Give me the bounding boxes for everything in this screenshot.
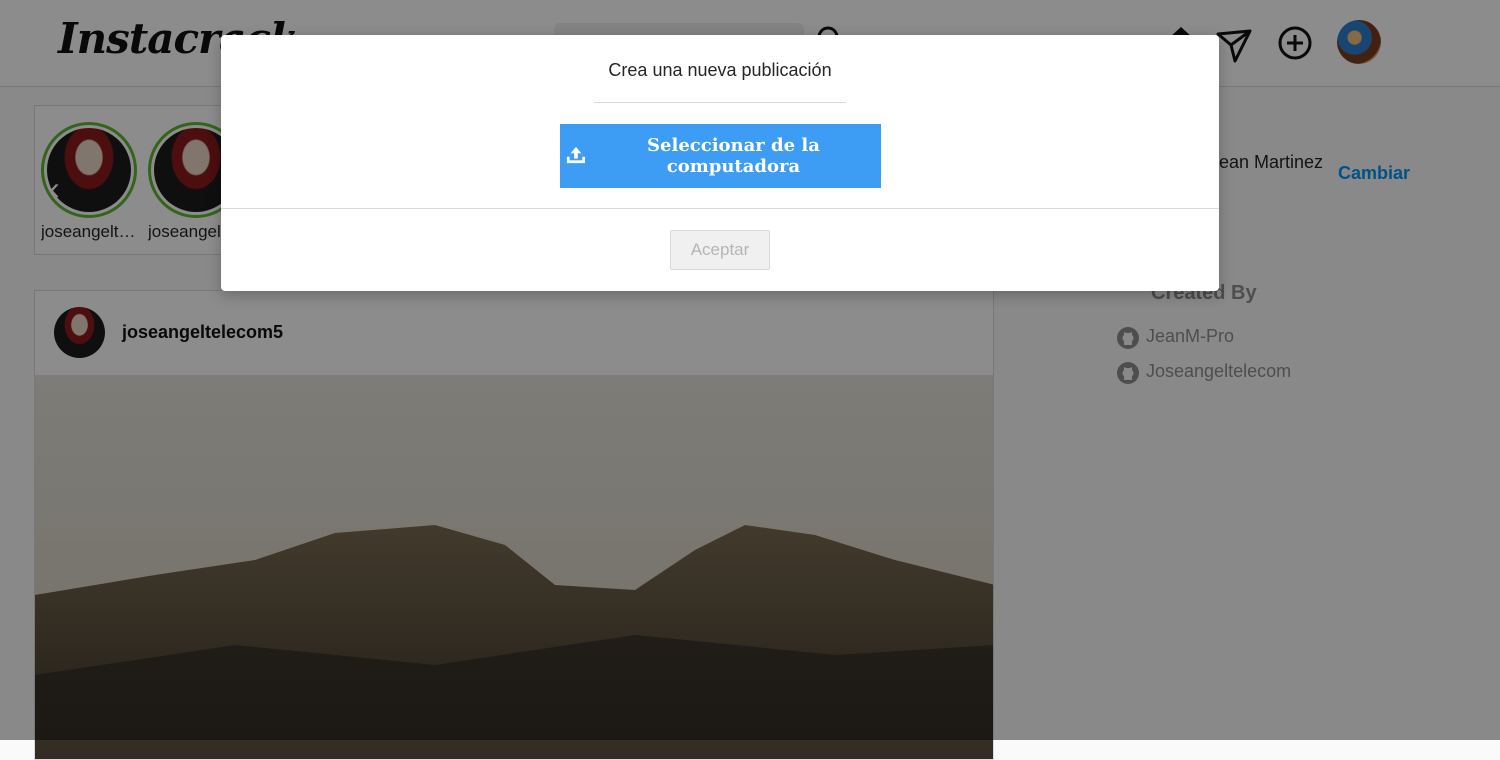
upload-label: Seleccionar de la computadora	[647, 135, 820, 177]
upload-icon	[566, 146, 586, 163]
create-post-modal: Crea una nueva publicación Seleccionar d…	[221, 35, 1219, 291]
footer-divider	[221, 208, 1219, 209]
select-from-computer-button[interactable]: Seleccionar de la computadora	[560, 124, 881, 188]
modal-title: Crea una nueva publicación	[608, 60, 832, 80]
title-divider	[594, 102, 846, 103]
accept-button[interactable]: Aceptar	[670, 230, 770, 270]
